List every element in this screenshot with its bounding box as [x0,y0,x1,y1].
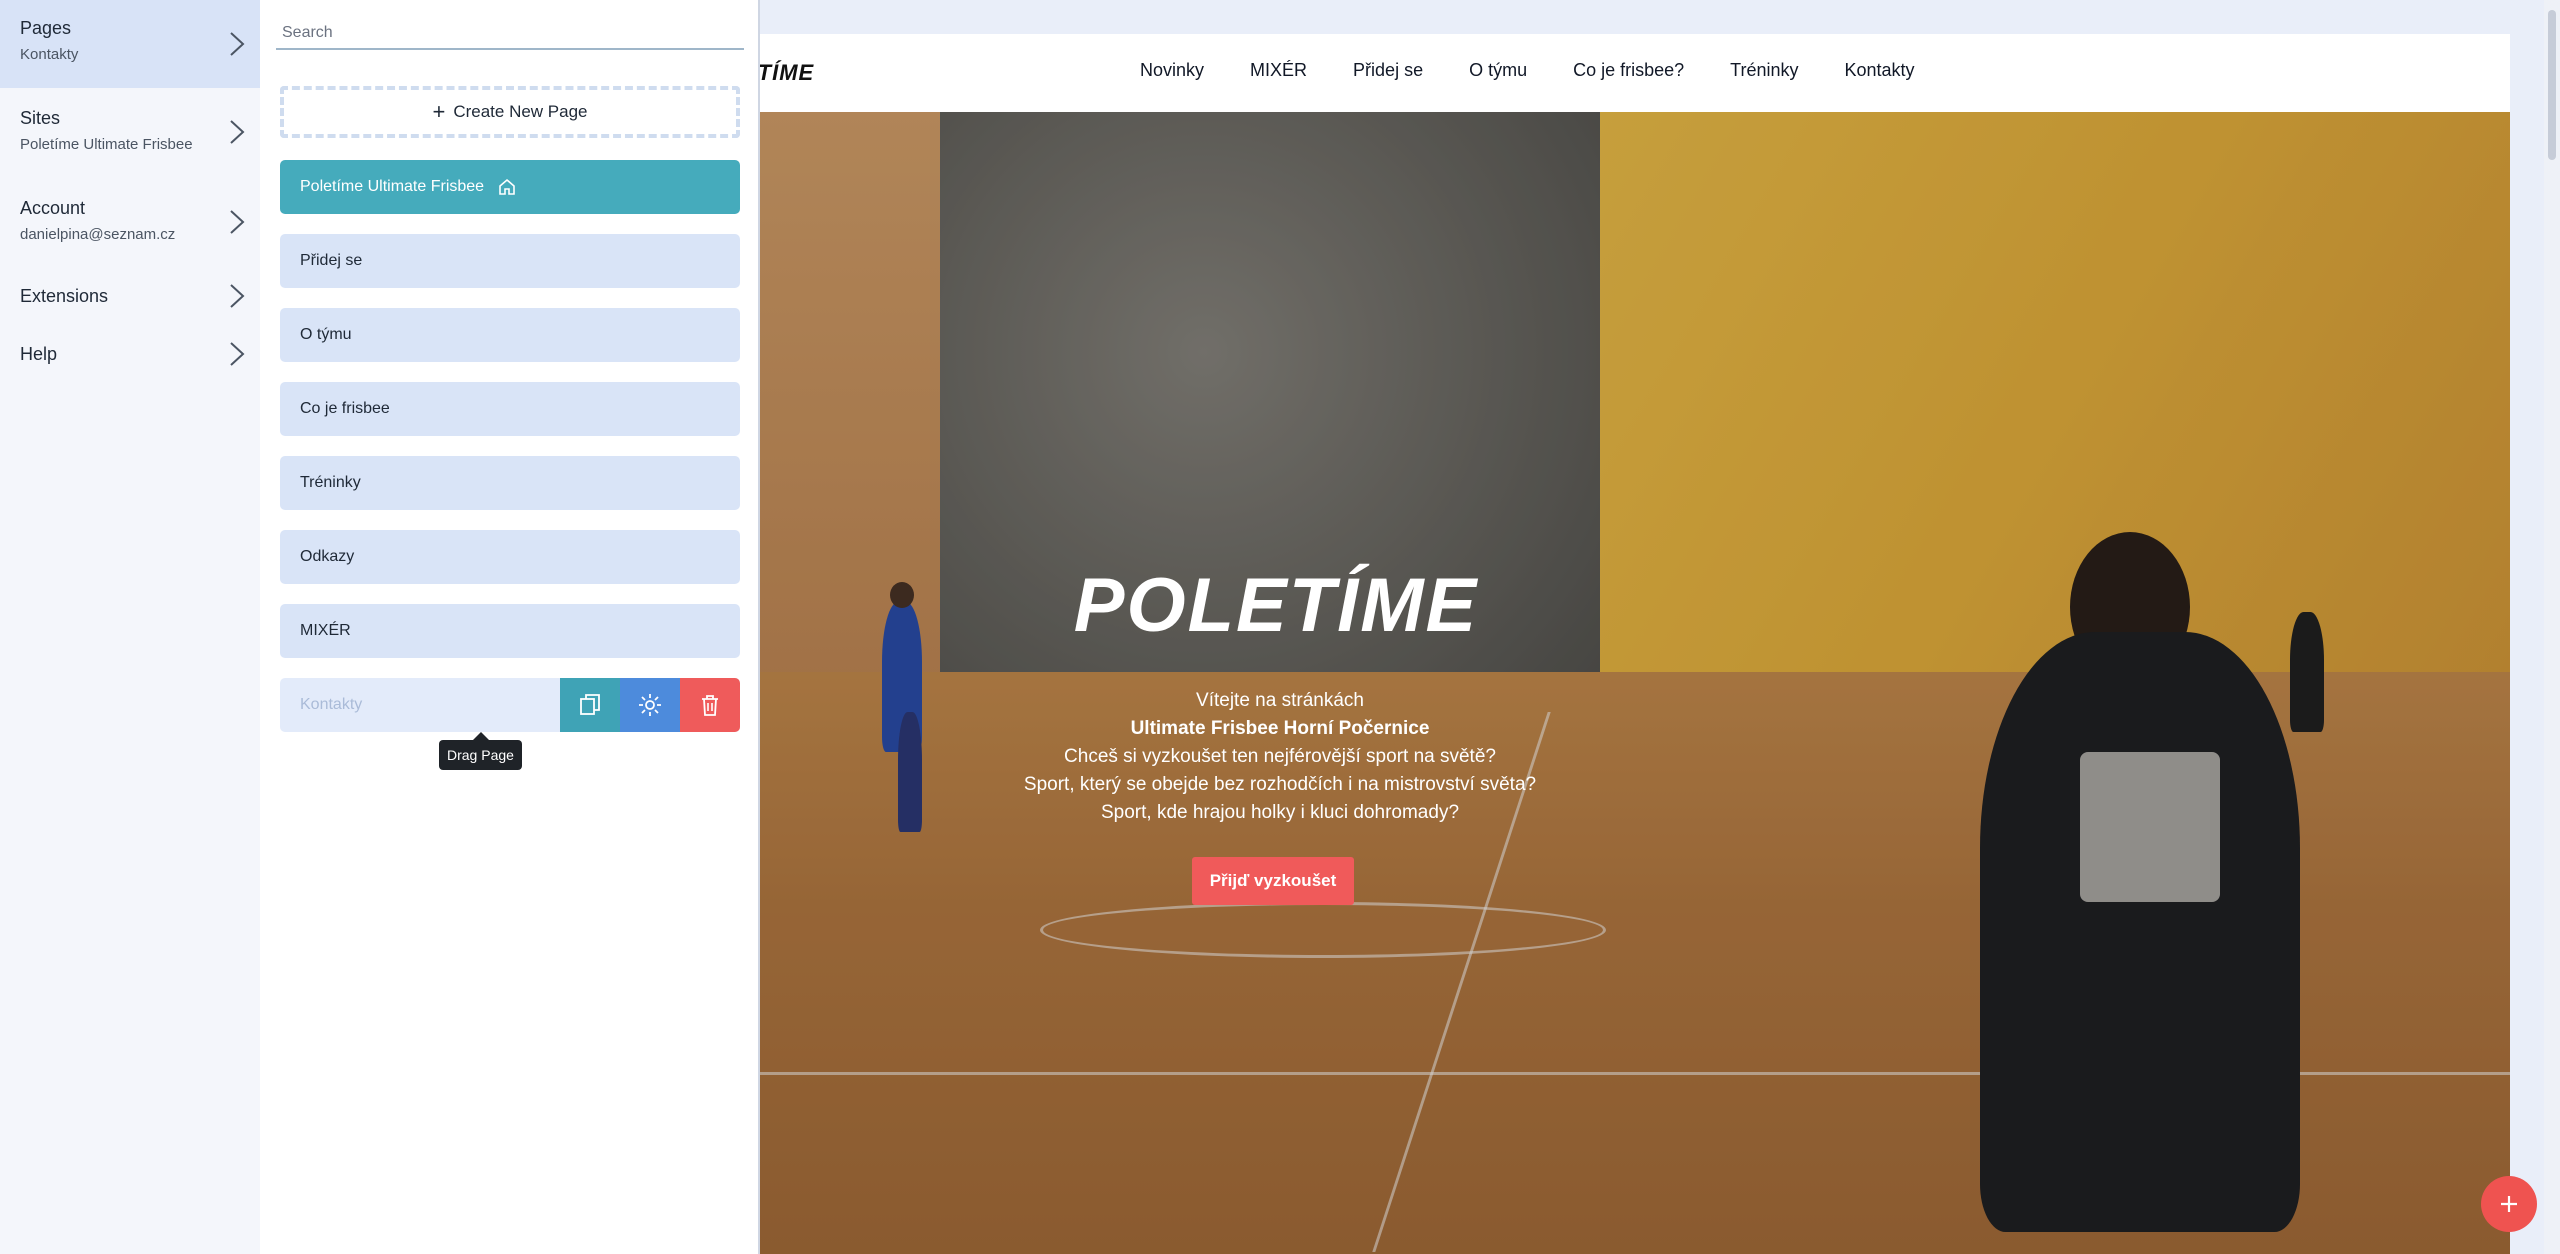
create-new-page-button[interactable]: + Create New Page [280,86,740,138]
hero-cta-button[interactable]: Přijď vyzkoušet [1192,857,1354,905]
page-row-home[interactable]: Poletíme Ultimate Frisbee [280,160,740,214]
page-row[interactable]: Co je frisbee [280,382,740,436]
page-row-label: Odkazy [300,548,355,565]
scrollbar[interactable] [2544,0,2560,1254]
copy-icon [580,694,600,715]
tooltip-text: Drag Page [447,747,514,763]
hero-text-line: Chceš si vyzkoušet ten nejférovější spor… [1064,746,1496,767]
chevron-right-icon [226,282,248,310]
hero-text-line: Sport, kde hrajou holky i kluci dohromad… [1100,802,1460,823]
nav-item-account[interactable]: Account danielpina@seznam.cz [0,178,260,268]
chevron-right-icon [226,208,248,236]
drag-page-tooltip: Drag Page [439,732,522,770]
duplicate-page-button[interactable] [560,678,620,732]
nav-item-title: Sites [20,108,61,128]
plus-icon [2501,1196,2517,1212]
page-row-label: O týmu [300,326,352,343]
nav-item-help[interactable]: Help [0,326,260,384]
page-row[interactable]: O týmu [280,308,740,362]
page-row-label: Tréninky [300,474,361,491]
hero-text-line: Vítejte na stránkách [1196,690,1364,711]
nav-item-subtitle: danielpina@seznam.cz [20,226,176,243]
nav-item-sites[interactable]: Sites Poletíme Ultimate Frisbee [0,88,260,178]
nav-item-title: Extensions [20,286,109,306]
nav-item-title: Help [20,344,58,364]
page-row-label: Přidej se [300,252,363,269]
site-nav-item[interactable]: Co je frisbee? [1573,60,1684,81]
hero-section: POLETÍME Vítejte na stránkách Ultimate F… [760,112,2510,1254]
site-nav-item[interactable]: O týmu [1469,60,1527,81]
nav-item-subtitle: Kontakty [20,46,79,63]
chevron-right-icon [226,340,248,368]
add-section-button[interactable] [2481,1176,2537,1232]
create-new-page-label: Create New Page [453,102,588,121]
nav-item-title: Pages [20,18,72,38]
page-row-label: Co je frisbee [300,400,390,417]
site-preview: ETÍME Novinky MIXÉR Přidej se O týmu Co … [760,34,2510,1254]
home-icon [498,178,516,196]
page-row[interactable]: Přidej se [280,234,740,288]
page-row[interactable]: Odkazy [280,530,740,584]
nav-item-title: Account [20,198,86,218]
gear-icon [639,694,661,716]
site-nav-item[interactable]: Novinky [1140,60,1204,81]
trash-icon [702,695,718,716]
site-nav-item[interactable]: MIXÉR [1250,60,1307,81]
delete-page-button[interactable] [680,678,740,732]
page-row-label: MIXÉR [300,622,351,639]
site-logo[interactable]: ETÍME [760,60,814,86]
plus-icon: + [432,99,446,124]
hero-text-line: Ultimate Frisbee Horní Počernice [1130,718,1430,739]
site-nav-item[interactable]: Tréninky [1730,60,1798,81]
site-header: ETÍME Novinky MIXÉR Přidej se O týmu Co … [760,34,2510,112]
site-nav-item[interactable]: Kontakty [1845,60,1915,81]
scrollbar-thumb[interactable] [2548,10,2556,160]
search-input[interactable] [276,18,744,50]
site-nav: Novinky MIXÉR Přidej se O týmu Co je fri… [1140,60,1915,81]
site-nav-item[interactable]: Přidej se [1353,60,1423,81]
nav-item-extensions[interactable]: Extensions [0,268,260,326]
hero-text-line: Sport, který se obejde bez rozhodčích i … [1023,774,1537,795]
page-row-label: Poletíme Ultimate Frisbee [300,178,485,195]
hero-logo: POLETÍME [1073,563,1479,648]
chevron-right-icon [226,30,248,58]
nav-item-subtitle: Poletíme Ultimate Frisbee [20,136,193,153]
pages-panel: + Create New Page Poletíme Ultimate Fris… [260,0,760,1254]
chevron-right-icon [226,118,248,146]
page-settings-button[interactable] [620,678,680,732]
page-row-label: Kontakty [300,696,363,713]
hero-overlay [760,112,2510,1254]
nav-item-pages[interactable]: Pages Kontakty [0,0,260,88]
settings-sidebar: Pages Kontakty Sites Poletíme Ultimate F… [0,0,260,1254]
page-row[interactable]: Tréninky [280,456,740,510]
page-row[interactable]: MIXÉR [280,604,740,658]
page-row-actions [560,678,740,732]
